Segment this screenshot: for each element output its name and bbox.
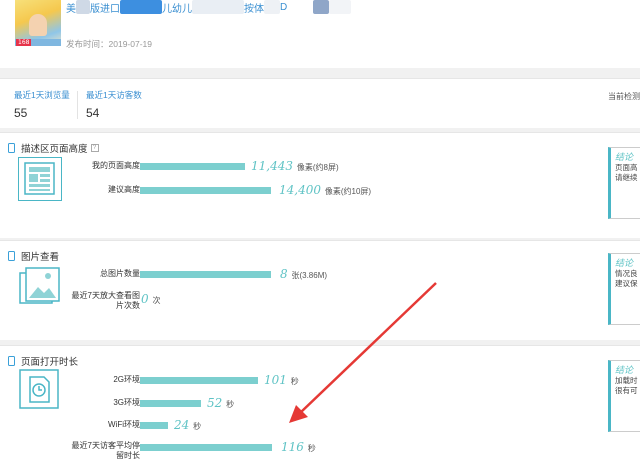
annotation-arrow	[289, 282, 437, 423]
